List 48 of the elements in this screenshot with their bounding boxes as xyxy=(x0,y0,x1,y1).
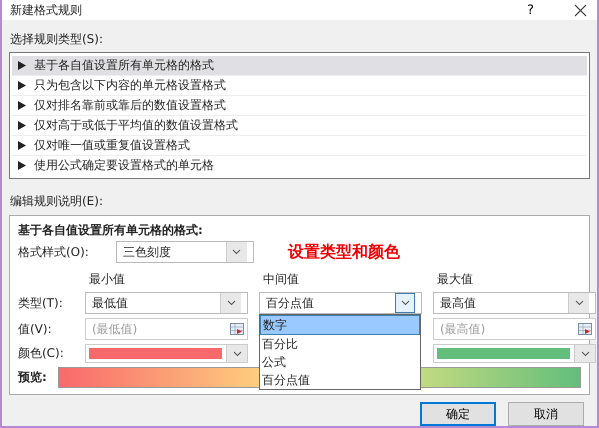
rule-type-item[interactable]: 基于各自值设置所有单元格的格式 xyxy=(12,56,587,76)
rule-type-item[interactable]: 仅对高于或低于平均值的数值设置格式 xyxy=(12,116,587,136)
column-header: 最大值 xyxy=(436,271,474,288)
dropdown-option[interactable]: 公式 xyxy=(260,353,420,371)
rule-type-item[interactable]: 只为包含以下内容的单元格设置格式 xyxy=(12,76,587,96)
description-heading: 基于各自值设置所有单元格的格式: xyxy=(18,222,204,239)
type-select[interactable]: 最低值 xyxy=(85,292,248,314)
triangle-right-icon xyxy=(18,161,26,170)
close-icon xyxy=(574,4,587,16)
type-select[interactable]: 百分点值 xyxy=(259,292,422,314)
color-label: 颜色(C): xyxy=(18,345,65,362)
window-title: 新建格式规则 xyxy=(10,2,83,18)
chevron-down-icon xyxy=(226,300,236,306)
dropdown-option[interactable]: 百分比 xyxy=(260,335,420,353)
rule-type-item[interactable]: 仅对唯一值或重复值设置格式 xyxy=(12,136,587,156)
color-select[interactable] xyxy=(433,344,596,363)
chevron-down-icon xyxy=(580,350,590,356)
column-header: 最小值 xyxy=(88,271,126,288)
triangle-right-icon xyxy=(18,61,26,70)
rule-type-item[interactable]: 仅对排名靠前或靠后的数值设置格式 xyxy=(12,96,587,116)
dialog-button[interactable]: 取消 xyxy=(508,402,584,426)
chevron-down-icon xyxy=(400,300,410,306)
help-button[interactable]: ? xyxy=(527,2,534,18)
dropdown-option[interactable]: 数字 xyxy=(260,315,420,335)
dialog-button[interactable]: 确定 xyxy=(420,402,496,426)
chevron-down-icon xyxy=(574,300,584,306)
type-select[interactable]: 最高值 xyxy=(433,292,596,314)
style-select[interactable]: 三色刻度 xyxy=(116,241,254,263)
type-label: 类型(T): xyxy=(18,294,64,312)
rule-type-label: 选择规则类型(S): xyxy=(10,31,104,48)
rule-type-item[interactable]: 使用公式确定要设置格式的单元格 xyxy=(12,156,587,175)
triangle-right-icon xyxy=(18,121,26,130)
description-label: 编辑规则说明(E): xyxy=(10,193,104,210)
triangle-right-icon xyxy=(18,141,26,150)
chevron-down-icon xyxy=(232,249,242,255)
column-header: 中间值 xyxy=(262,271,300,288)
color-select[interactable] xyxy=(85,344,248,363)
annotation-text: 设置类型和颜色 xyxy=(288,242,400,262)
preview-label: 预览: xyxy=(18,369,48,386)
style-label: 格式样式(O): xyxy=(18,244,89,260)
close-button[interactable] xyxy=(574,4,587,16)
value-label: 值(V): xyxy=(18,320,53,338)
range-picker-icon[interactable] xyxy=(230,323,244,335)
dropdown-option[interactable]: 百分点值 xyxy=(260,371,420,389)
triangle-right-icon xyxy=(18,81,26,90)
triangle-right-icon xyxy=(18,101,26,110)
range-picker-icon[interactable] xyxy=(578,323,592,335)
chevron-down-icon xyxy=(232,350,242,356)
